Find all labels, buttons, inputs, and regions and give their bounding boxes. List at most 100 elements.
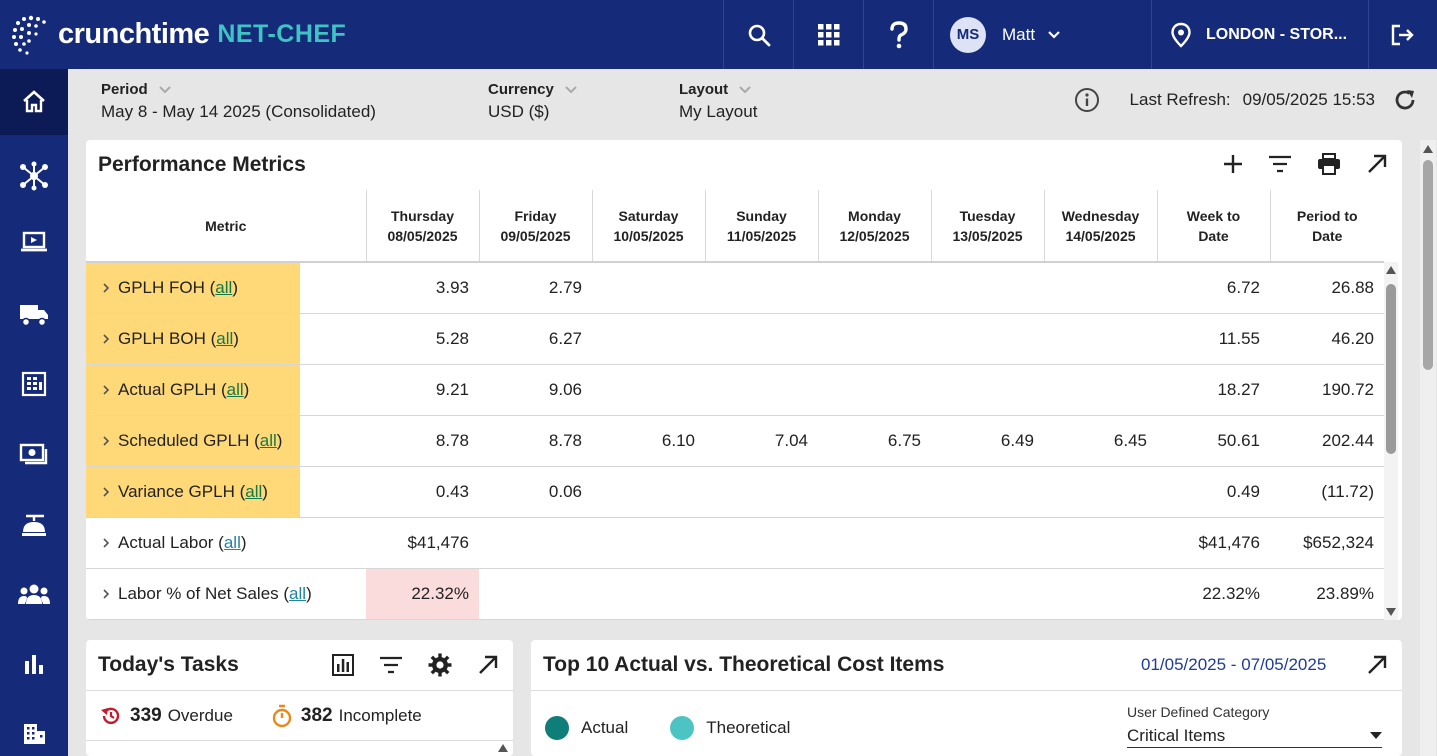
home-icon (23, 90, 45, 113)
all-link[interactable]: all (227, 380, 244, 400)
add-button[interactable] (1222, 153, 1244, 175)
expand-button[interactable] (477, 654, 499, 676)
sidebar-item-delivery[interactable] (0, 281, 68, 347)
cost-items-title: Top 10 Actual vs. Theoretical Cost Items (543, 653, 945, 676)
legend-item-theoretical[interactable]: Theoretical (670, 716, 790, 740)
sidebar-item-people[interactable] (0, 561, 68, 627)
all-link[interactable]: all (216, 329, 233, 349)
search-button[interactable] (724, 0, 793, 69)
expand-row-button[interactable] (102, 537, 110, 549)
all-link[interactable]: all (289, 584, 306, 604)
metric-value-cell (705, 313, 818, 365)
expand-row-button[interactable] (102, 384, 110, 396)
page-scroll-thumb[interactable] (1423, 160, 1433, 370)
metric-name: Labor % of Net Sales (118, 584, 279, 603)
cost-date-range[interactable]: 01/05/2025 - 07/05/2025 (1141, 655, 1326, 675)
currency-selector[interactable]: Currency USD ($) (488, 81, 578, 122)
sidebar-item-network[interactable] (0, 143, 68, 209)
all-link[interactable]: all (245, 482, 262, 502)
legend-item-actual[interactable]: Actual (545, 716, 628, 740)
table-scroll-thumb[interactable] (1386, 284, 1396, 454)
metric-value-cell (931, 568, 1044, 620)
logout-button[interactable] (1369, 0, 1437, 69)
expand-row-button[interactable] (102, 333, 110, 345)
sidebar-item-pos[interactable] (0, 209, 68, 275)
currency-value: USD ($) (488, 102, 550, 121)
info-icon[interactable] (1074, 87, 1100, 113)
people-icon (18, 584, 50, 604)
metric-value-cell: 0.49 (1157, 466, 1270, 518)
all-link[interactable]: all (260, 431, 277, 451)
metric-value-cell: 2.79 (479, 262, 592, 314)
brand-logo[interactable]: crunchtime NET-CHEF (10, 10, 346, 58)
expand-row-button[interactable] (102, 282, 110, 294)
expand-button[interactable] (1366, 654, 1388, 681)
metric-value-cell (1044, 364, 1157, 416)
help-button[interactable] (864, 0, 933, 69)
scroll-up-icon[interactable] (498, 744, 508, 752)
filter-button[interactable] (1268, 154, 1292, 174)
user-menu[interactable]: MS Matt (950, 0, 1061, 69)
table-scrollbar[interactable] (1384, 262, 1398, 620)
apps-button[interactable] (794, 0, 863, 69)
network-icon (20, 161, 48, 191)
metric-value-cell (818, 313, 931, 365)
expand-button[interactable] (1366, 153, 1388, 175)
expand-row-button[interactable] (102, 486, 110, 498)
building-icon (24, 724, 45, 744)
category-dropdown[interactable]: Critical Items (1127, 724, 1382, 748)
incomplete-stat[interactable]: 382 Incomplete (271, 704, 422, 728)
column-header-line1: Monday (848, 207, 901, 224)
chevron-down-icon (565, 86, 577, 94)
table-row[interactable]: GPLH FOH (all) 3.93 2.79 6.72 26.88 (86, 262, 1384, 314)
column-header: Week to Date (1157, 190, 1271, 263)
sidebar-item-inventory[interactable] (0, 351, 68, 417)
sidebar-item-organization[interactable] (0, 701, 68, 756)
page-scrollbar[interactable] (1420, 140, 1436, 756)
location-selector[interactable]: LONDON - STOR... (1170, 0, 1347, 69)
table-row[interactable]: Labor % of Net Sales (all) 22.32% 22.32% 23… (86, 568, 1384, 620)
column-header-line1: Thursday (390, 207, 454, 224)
all-link[interactable]: all (215, 278, 232, 298)
scroll-up-icon[interactable] (1423, 145, 1433, 153)
divider (531, 690, 1402, 691)
period-selector[interactable]: Period May 8 - May 14 2025 (Consolidated… (101, 81, 376, 122)
topbar-divider (1151, 0, 1152, 69)
table-row[interactable]: GPLH BOH (all) 5.28 6.27 11.55 46.20 (86, 313, 1384, 365)
column-header-line1: Friday (514, 207, 557, 224)
print-button[interactable] (1316, 152, 1342, 176)
paren: ( (204, 278, 216, 297)
all-link[interactable]: all (224, 533, 241, 553)
overdue-stat[interactable]: 339 Overdue (100, 705, 233, 727)
category-select[interactable]: User Defined Category Critical Items (1127, 704, 1382, 748)
table-row[interactable]: Variance GPLH (all) 0.43 0.06 0.49 (11.72) (86, 466, 1384, 518)
metric-value-cell: 8.78 (479, 415, 592, 467)
sidebar-item-home[interactable] (0, 69, 68, 135)
metric-value-cell (931, 466, 1044, 518)
layout-selector[interactable]: Layout My Layout (679, 81, 757, 122)
sidebar-item-food[interactable] (0, 493, 68, 559)
expand-arrow-icon (1368, 655, 1387, 674)
table-row[interactable]: Scheduled GPLH (all) 8.78 8.78 6.10 7.04 6.75… (86, 415, 1384, 467)
expand-row-button[interactable] (102, 435, 110, 447)
column-header: Tuesday 13/05/2025 (931, 190, 1045, 263)
metric-value-cell: 5.28 (366, 313, 479, 365)
metric-value-cell (1044, 517, 1157, 569)
expand-row-button[interactable] (102, 588, 110, 600)
settings-button[interactable] (427, 652, 453, 678)
scroll-up-icon[interactable] (1386, 266, 1396, 274)
filter-button[interactable] (379, 655, 403, 675)
metric-value-cell (705, 568, 818, 620)
metric-value-cell (818, 517, 931, 569)
refresh-icon[interactable] (1393, 88, 1417, 112)
scroll-down-icon[interactable] (1386, 608, 1396, 616)
chart-view-button[interactable] (331, 653, 355, 677)
column-header-line2: 11/05/2025 (726, 227, 797, 244)
sidebar-item-reports[interactable] (0, 631, 68, 697)
table-row[interactable]: Actual Labor (all) $41,476 $41,476 $652,324 (86, 517, 1384, 569)
plus-icon (1224, 155, 1242, 173)
cash-icon (19, 443, 48, 465)
table-row[interactable]: Actual GPLH (all) 9.21 9.06 18.27 190.72 (86, 364, 1384, 416)
sidebar-item-cash[interactable] (0, 421, 68, 487)
metric-value-cell: 23.89% (1270, 568, 1384, 620)
